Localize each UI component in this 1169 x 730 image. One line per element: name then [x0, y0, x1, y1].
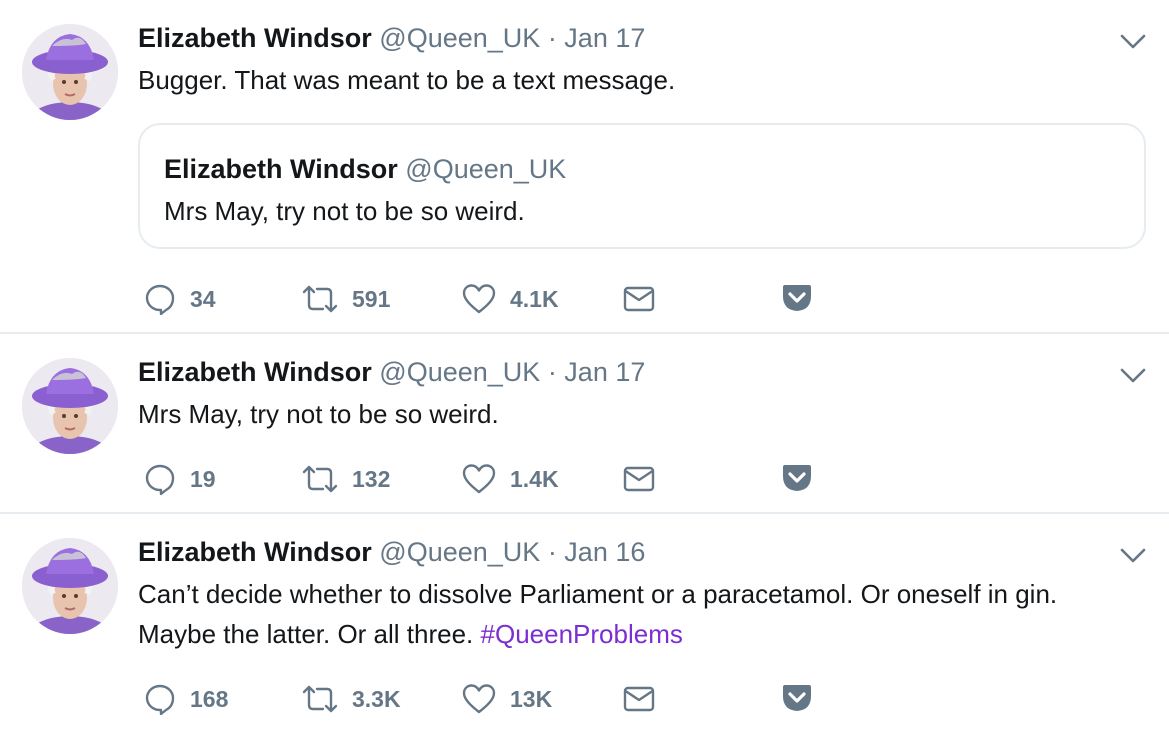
quoted-tweet-header: Elizabeth Windsor @Queen_UK — [164, 153, 566, 185]
timestamp[interactable]: · Jan 17 — [548, 357, 646, 387]
retweet-icon — [302, 283, 338, 315]
like-icon — [462, 283, 496, 315]
username[interactable]: @Queen_UK — [379, 357, 540, 387]
reply-button[interactable]: 168 — [144, 682, 228, 716]
quoted-tweet-text: Mrs May, try not to be so weird. — [164, 196, 525, 226]
like-count: 1.4K — [510, 465, 559, 492]
tweet-text-line-2-body: Maybe the latter. Or all three. — [138, 619, 474, 649]
display-name[interactable]: Elizabeth Windsor — [138, 23, 372, 53]
chevron-down-icon[interactable] — [1119, 547, 1147, 565]
avatar[interactable] — [22, 24, 118, 120]
quoted-username: @Queen_UK — [405, 154, 567, 184]
retweet-button[interactable]: 3.3K — [302, 682, 401, 716]
tweet-text-line-2: Maybe the latter. Or all three. #QueenPr… — [138, 614, 683, 654]
chevron-down-icon[interactable] — [1119, 33, 1147, 51]
username[interactable]: @Queen_UK — [379, 23, 540, 53]
hashtag-link[interactable]: #QueenProblems — [481, 619, 683, 649]
direct-message-icon[interactable] — [623, 685, 655, 713]
retweet-icon — [302, 683, 338, 715]
timestamp[interactable]: · Jan 16 — [548, 537, 646, 567]
reply-icon — [144, 463, 176, 495]
tweet-header: Elizabeth Windsor @Queen_UK · Jan 17 — [138, 22, 645, 54]
tweet[interactable]: Elizabeth Windsor @Queen_UK · Jan 17 Bug… — [0, 0, 1169, 334]
chevron-down-icon[interactable] — [1119, 367, 1147, 385]
avatar[interactable] — [22, 358, 118, 454]
direct-message-icon[interactable] — [623, 285, 655, 313]
pocket-icon[interactable] — [781, 283, 813, 313]
like-count: 13K — [510, 685, 553, 712]
username[interactable]: @Queen_UK — [379, 537, 540, 567]
tweet-header: Elizabeth Windsor @Queen_UK · Jan 17 — [138, 356, 645, 388]
like-button[interactable]: 13K — [462, 682, 552, 716]
display-name[interactable]: Elizabeth Windsor — [138, 537, 372, 567]
reply-button[interactable]: 19 — [144, 462, 216, 496]
retweet-count: 591 — [352, 285, 391, 312]
reply-count: 168 — [190, 685, 229, 712]
tweet-text-line-1: Can’t decide whether to dissolve Parliam… — [138, 579, 1058, 609]
direct-message-icon[interactable] — [623, 465, 655, 493]
tweet-text: Mrs May, try not to be so weird. — [138, 399, 499, 429]
retweet-count: 3.3K — [352, 685, 401, 712]
reply-count: 34 — [190, 285, 216, 312]
avatar[interactable] — [22, 538, 118, 634]
quoted-tweet[interactable]: Elizabeth Windsor @Queen_UK Mrs May, try… — [138, 123, 1146, 249]
pocket-icon[interactable] — [781, 683, 813, 713]
timestamp[interactable]: · Jan 17 — [548, 23, 646, 53]
pocket-icon[interactable] — [781, 463, 813, 493]
reply-count: 19 — [190, 465, 216, 492]
like-button[interactable]: 4.1K — [462, 282, 559, 316]
tweet-header: Elizabeth Windsor @Queen_UK · Jan 16 — [138, 536, 645, 568]
tweet[interactable]: Elizabeth Windsor @Queen_UK · Jan 16 Can… — [0, 514, 1169, 730]
tweet-text: Bugger. That was meant to be a text mess… — [138, 65, 676, 95]
tweet[interactable]: Elizabeth Windsor @Queen_UK · Jan 17 Mrs… — [0, 334, 1169, 514]
display-name[interactable]: Elizabeth Windsor — [138, 357, 372, 387]
retweet-count: 132 — [352, 465, 391, 492]
reply-icon — [144, 683, 176, 715]
reply-button[interactable]: 34 — [144, 282, 216, 316]
quoted-display-name: Elizabeth Windsor — [164, 154, 398, 184]
like-icon — [462, 683, 496, 715]
retweet-button[interactable]: 132 — [302, 462, 390, 496]
like-count: 4.1K — [510, 285, 559, 312]
retweet-icon — [302, 463, 338, 495]
like-icon — [462, 463, 496, 495]
like-button[interactable]: 1.4K — [462, 462, 559, 496]
retweet-button[interactable]: 591 — [302, 282, 390, 316]
reply-icon — [144, 283, 176, 315]
